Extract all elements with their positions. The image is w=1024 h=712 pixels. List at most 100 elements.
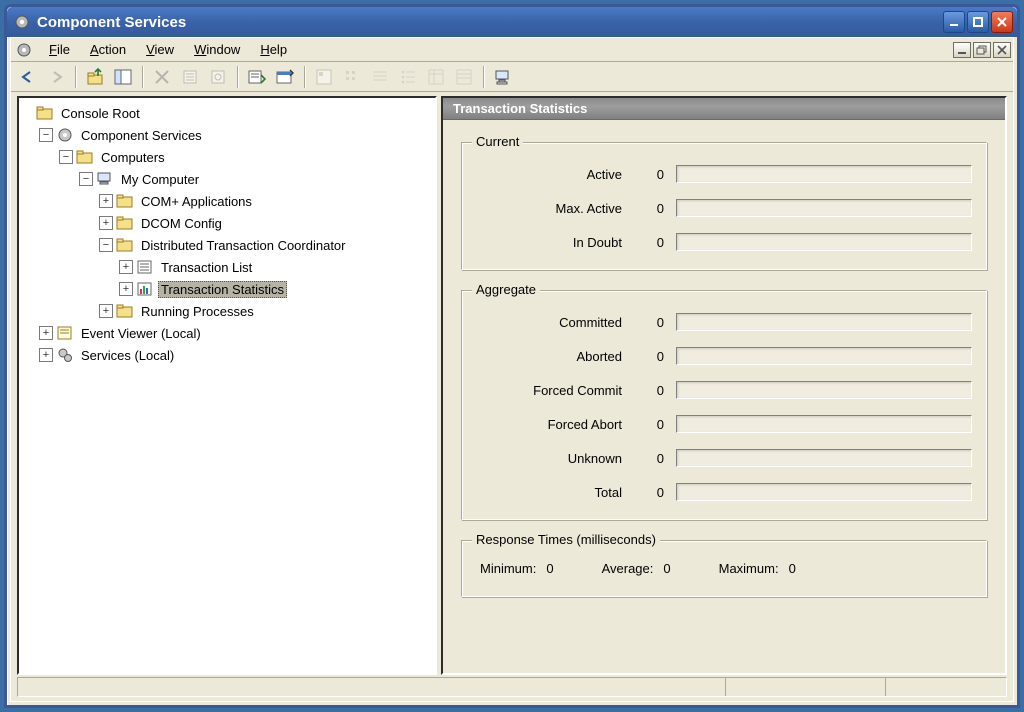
tree-item-component-services[interactable]: − Component Services: [19, 124, 435, 146]
view-large-icons-button[interactable]: [311, 65, 337, 89]
progress-bar: [676, 313, 972, 331]
tree-item-complus[interactable]: + COM+ Applications: [19, 190, 435, 212]
status-cell: [726, 678, 886, 696]
title-bar[interactable]: Component Services: [7, 7, 1017, 37]
up-button[interactable]: [82, 65, 108, 89]
minimize-button[interactable]: [943, 11, 965, 33]
tree-item-my-computer[interactable]: − My Computer: [19, 168, 435, 190]
stat-value: 0: [636, 383, 676, 398]
stat-value: 0: [636, 485, 676, 500]
gear-icon: [56, 127, 74, 143]
stat-label: Aborted: [476, 349, 636, 364]
mdi-close-button[interactable]: [993, 42, 1011, 58]
stat-max-active: Max. Active 0: [476, 191, 972, 225]
stat-forced-abort: Forced Abort 0: [476, 407, 972, 441]
tree-item-computers[interactable]: − Computers: [19, 146, 435, 168]
tree-item-console-root[interactable]: Console Root: [19, 102, 435, 124]
tree-item-dtc[interactable]: − Distributed Transaction Coordinator: [19, 234, 435, 256]
tree-label: Transaction Statistics: [158, 281, 287, 298]
tree-item-services[interactable]: + Services (Local): [19, 344, 435, 366]
rt-max-value: 0: [789, 561, 796, 576]
menu-window[interactable]: Window: [184, 39, 250, 60]
collapse-icon[interactable]: −: [39, 128, 53, 142]
stat-aborted: Aborted 0: [476, 339, 972, 373]
show-hide-tree-button[interactable]: [110, 65, 136, 89]
progress-bar: [676, 199, 972, 217]
tree-item-event-viewer[interactable]: + Event Viewer (Local): [19, 322, 435, 344]
tree-label: Running Processes: [138, 303, 257, 320]
mdi-restore-button[interactable]: [973, 42, 991, 58]
rt-min-value: 0: [546, 561, 553, 576]
view-list-a-button[interactable]: [367, 65, 393, 89]
computer-button[interactable]: [490, 65, 516, 89]
progress-bar: [676, 233, 972, 251]
progress-bar: [676, 381, 972, 399]
menu-file[interactable]: File: [39, 39, 80, 60]
status-cell: [18, 678, 726, 696]
group-legend: Aggregate: [472, 282, 540, 297]
app-icon: [13, 13, 31, 31]
group-current: Current Active 0 Max. Active 0 In D: [461, 142, 987, 270]
folder-icon: [36, 105, 54, 121]
gears-icon: [56, 347, 74, 363]
stat-label: In Doubt: [476, 235, 636, 250]
view-details-alt-button[interactable]: [451, 65, 477, 89]
close-button[interactable]: [991, 11, 1013, 33]
stat-value: 0: [636, 417, 676, 432]
menu-file-label: ile: [57, 42, 70, 57]
stat-value: 0: [636, 235, 676, 250]
tree-item-running-processes[interactable]: + Running Processes: [19, 300, 435, 322]
tree-label: COM+ Applications: [138, 193, 255, 210]
menu-bar: File Action View Window Help: [11, 38, 1013, 62]
collapse-icon[interactable]: −: [99, 238, 113, 252]
menu-view-label: iew: [155, 42, 175, 57]
stat-total: Total 0: [476, 475, 972, 509]
expand-icon[interactable]: +: [39, 326, 53, 340]
menu-help-label: elp: [270, 42, 287, 57]
group-response-times: Response Times (milliseconds) Minimum: 0…: [461, 540, 987, 597]
folder-icon: [116, 215, 134, 231]
client-area: File Action View Window Help: [10, 37, 1014, 702]
expand-icon[interactable]: +: [99, 194, 113, 208]
menu-action[interactable]: Action: [80, 39, 136, 60]
menu-help[interactable]: Help: [250, 39, 297, 60]
mdi-minimize-button[interactable]: [953, 42, 971, 58]
tree-item-dcom-config[interactable]: + DCOM Config: [19, 212, 435, 234]
progress-bar: [676, 347, 972, 365]
expand-icon[interactable]: +: [119, 282, 133, 296]
stat-label: Total: [476, 485, 636, 500]
export-list-button[interactable]: [244, 65, 270, 89]
tree-label: Console Root: [58, 105, 143, 122]
delete-button[interactable]: [149, 65, 175, 89]
status-cell: [886, 678, 1006, 696]
rt-max-label: Maximum:: [719, 561, 779, 576]
folder-icon: [76, 149, 94, 165]
scope-tree[interactable]: Console Root − Component Services − Comp…: [17, 96, 437, 675]
tree-label: Component Services: [78, 127, 205, 144]
refresh-button[interactable]: [205, 65, 231, 89]
expand-icon[interactable]: +: [39, 348, 53, 362]
view-small-icons-button[interactable]: [339, 65, 365, 89]
tree-item-transaction-list[interactable]: + Transaction List: [19, 256, 435, 278]
rt-avg-value: 0: [663, 561, 670, 576]
maximize-button[interactable]: [967, 11, 989, 33]
stat-label: Committed: [476, 315, 636, 330]
progress-bar: [676, 415, 972, 433]
stat-value: 0: [636, 451, 676, 466]
expand-icon[interactable]: +: [119, 260, 133, 274]
properties-button[interactable]: [177, 65, 203, 89]
expand-icon[interactable]: +: [99, 216, 113, 230]
view-details-button[interactable]: [423, 65, 449, 89]
result-pane-header: Transaction Statistics: [443, 98, 1005, 120]
expand-icon[interactable]: +: [99, 304, 113, 318]
stat-label: Forced Commit: [476, 383, 636, 398]
back-button[interactable]: [15, 65, 41, 89]
view-list-b-button[interactable]: [395, 65, 421, 89]
stat-active: Active 0: [476, 157, 972, 191]
collapse-icon[interactable]: −: [59, 150, 73, 164]
menu-view[interactable]: View: [136, 39, 184, 60]
new-window-button[interactable]: [272, 65, 298, 89]
tree-item-transaction-statistics[interactable]: + Transaction Statistics: [19, 278, 435, 300]
forward-button[interactable]: [43, 65, 69, 89]
collapse-icon[interactable]: −: [79, 172, 93, 186]
